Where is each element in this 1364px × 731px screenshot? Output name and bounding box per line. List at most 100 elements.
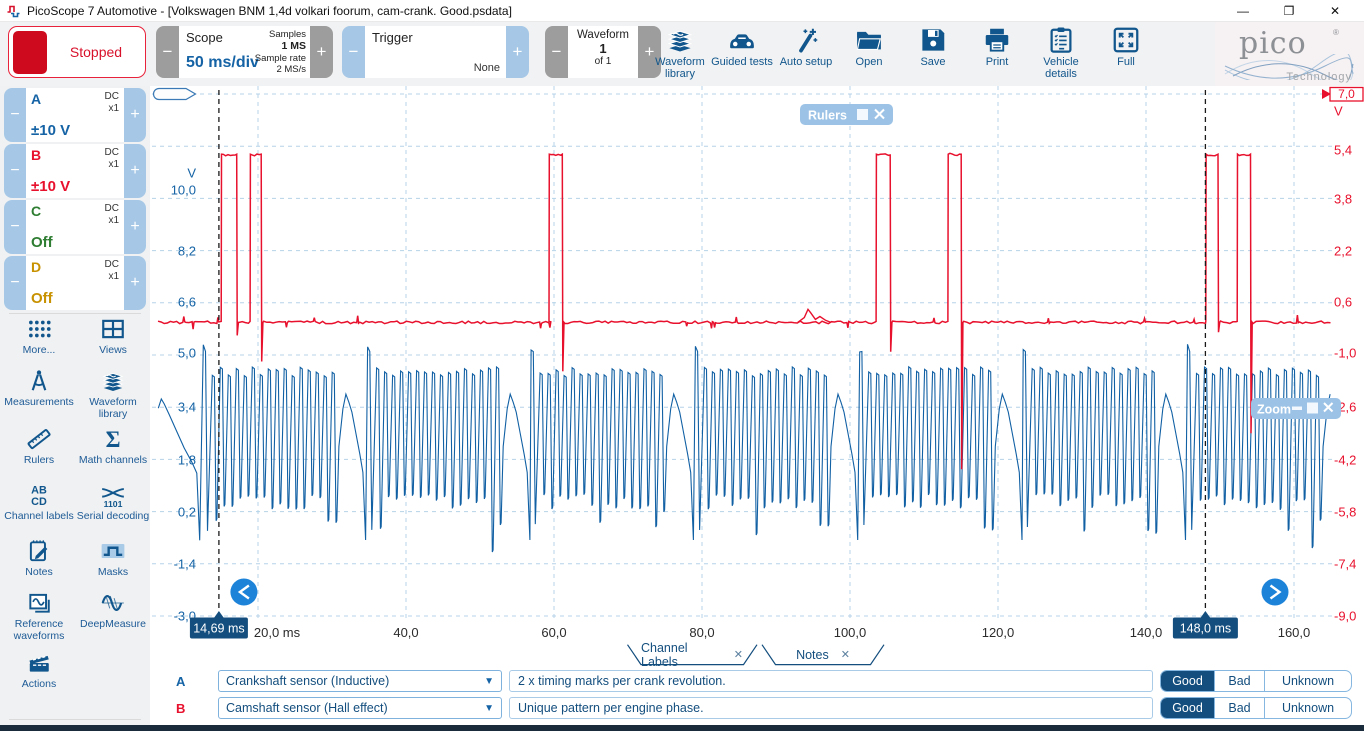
rulers-chip[interactable]: Rulers [800, 104, 893, 125]
zoom-chip[interactable]: Zoom [1251, 398, 1341, 419]
toolbar-button-guided-tests[interactable]: Guided tests [710, 25, 774, 85]
timebase-value[interactable]: 50 ms/div [186, 54, 259, 72]
toolbar-button-save[interactable]: Save [901, 25, 965, 85]
trigger-decrease-button[interactable]: − [342, 26, 365, 78]
main-toolbar: Stopped − Scope 50 ms/div Samples 1 MS S… [0, 22, 1364, 86]
title-bar: PicoScope 7 Automotive - [Volkswagen BNM… [0, 0, 1364, 22]
channel-b-decrease-button[interactable]: − [4, 144, 26, 198]
svg-text:5,4: 5,4 [1334, 143, 1352, 158]
svg-text:-5,8: -5,8 [1334, 505, 1356, 520]
svg-text:20,0 ms: 20,0 ms [254, 625, 301, 640]
row-a-sensor-select[interactable]: Crankshaft sensor (Inductive) ▼ [218, 670, 502, 692]
restore-button[interactable]: ❐ [1266, 4, 1312, 18]
svg-text:Rulers: Rulers [808, 109, 847, 123]
row-a-bad-button[interactable]: Bad [1214, 671, 1264, 691]
row-b-sensor-select[interactable]: Camshaft sensor (Hall effect) ▼ [218, 697, 502, 719]
sidebar-tool-measurements[interactable]: Measurements [2, 368, 76, 408]
sidebar-tool-serial-decoding[interactable]: 1101Serial decoding [76, 482, 150, 522]
sidebar-tool-reference-waveforms[interactable]: Reference waveforms [2, 590, 76, 642]
sidebar-tool-math-channels[interactable]: ΣMath channels [76, 426, 150, 466]
picoscope-window: PicoScope 7 Automotive - [Volkswagen BNM… [0, 0, 1364, 731]
sidebar-divider [9, 719, 141, 720]
stop-start-button[interactable]: Stopped [8, 26, 146, 78]
tab-outlines [150, 644, 1364, 666]
sidebar-tool-notes[interactable]: Notes [2, 538, 76, 578]
sidebar-tool-rulers[interactable]: Rulers [2, 426, 76, 466]
math-icon: Σ [100, 426, 126, 452]
sidebar-tool-masks[interactable]: Masks [76, 538, 150, 578]
channel-range: Off [31, 290, 53, 307]
save-icon [918, 25, 948, 55]
channel-c-increase-button[interactable]: + [124, 200, 146, 254]
row-b-channel-label: B [176, 701, 185, 716]
sidebar-tool-label: Waveform library [89, 396, 136, 420]
channel-d-increase-button[interactable]: + [124, 256, 146, 310]
scope-decrease-button[interactable]: − [156, 26, 179, 78]
sidebar-tool-waveform-library[interactable]: Waveform library [76, 368, 150, 420]
channel-c-card[interactable]: −CDCx1Off+ [4, 200, 146, 254]
row-b-verdict-group: Good Bad Unknown [1160, 697, 1352, 719]
plot-background [150, 86, 1364, 644]
toolbar-button-label: Auto setup [780, 56, 833, 68]
trigger-settings-panel: − Trigger None + [342, 26, 529, 78]
svg-text:8,2: 8,2 [178, 244, 196, 259]
channel-b-increase-button[interactable]: + [124, 144, 146, 198]
close-button[interactable]: ✕ [1312, 4, 1358, 18]
toolbar-button-label: Vehicle details [1043, 56, 1078, 80]
row-a-good-button[interactable]: Good [1161, 671, 1214, 691]
samples-value: 1 MS [255, 40, 306, 52]
channel-a-card[interactable]: −ADCx1±10 V+ [4, 88, 146, 142]
notes-icon [26, 538, 52, 564]
sidebar-tool-label: Reference waveforms [14, 618, 65, 642]
waveform-previous-button[interactable]: − [545, 26, 568, 78]
toolbar-button-print[interactable]: Print [965, 25, 1029, 85]
channel-c-decrease-button[interactable]: − [4, 200, 26, 254]
ruler-handle-right[interactable] [1262, 579, 1289, 606]
sidebar-tool-views[interactable]: Views [76, 316, 150, 356]
sidebar-tool-channel-labels[interactable]: ABCDChannel labels [2, 482, 76, 522]
row-a-note-input[interactable]: 2 x timing marks per crank revolution. [509, 670, 1153, 692]
toolbar-button-auto-setup[interactable]: Auto setup [774, 25, 838, 85]
sidebar-divider [9, 313, 141, 314]
svg-text:1,8: 1,8 [178, 453, 196, 468]
row-a-verdict-group: Good Bad Unknown [1160, 670, 1352, 692]
toolbar-button-full[interactable]: Full [1094, 25, 1158, 85]
channel-d-decrease-button[interactable]: − [4, 256, 26, 310]
channel-d-card[interactable]: −DDCx1Off+ [4, 256, 146, 310]
trigger-increase-button[interactable]: + [506, 26, 529, 78]
channel-id: D [31, 259, 41, 275]
reference-icon [26, 590, 52, 616]
row-b-bad-button[interactable]: Bad [1214, 698, 1264, 718]
channel-a-offset-marker[interactable] [154, 89, 196, 100]
channel-b-card[interactable]: −BDCx1±10 V+ [4, 144, 146, 198]
ruler-handle-left[interactable] [230, 579, 257, 606]
tab-channel-labels-close-icon[interactable]: ✕ [734, 648, 743, 661]
trigger-mode-value[interactable]: None [474, 62, 500, 74]
toolbar-button-vehicle-details[interactable]: Vehicle details [1029, 25, 1093, 85]
tab-notes-close-icon[interactable]: ✕ [841, 648, 850, 661]
trigger-title: Trigger [372, 30, 413, 45]
sidebar-tool-actions[interactable]: Actions [2, 650, 76, 690]
sidebar-tool-label: Notes [25, 566, 52, 578]
minimize-button[interactable]: — [1220, 4, 1266, 18]
sidebar-tool-deepmeasure[interactable]: DeepMeasure [76, 590, 150, 630]
row-b-good-button[interactable]: Good [1161, 698, 1214, 718]
sample-rate-label: Sample rate [255, 53, 306, 64]
zoom-chip-window-icon [1307, 403, 1318, 414]
row-b-unknown-button[interactable]: Unknown [1264, 698, 1351, 718]
technology-text: Technology [1286, 71, 1352, 83]
channel-range: ±10 V [31, 178, 70, 195]
toolbar-button-open[interactable]: Open [837, 25, 901, 85]
sidebar-tool-more-[interactable]: More... [2, 316, 76, 356]
toolbar-button-waveform-library[interactable]: Waveform library [648, 25, 712, 85]
open-icon [854, 25, 884, 55]
scope-increase-button[interactable]: + [310, 26, 333, 78]
row-a-unknown-button[interactable]: Unknown [1264, 671, 1351, 691]
row-b-note-input[interactable]: Unique pattern per engine phase. [509, 697, 1153, 719]
rulers-chip-window-icon [857, 109, 868, 120]
tab-channel-labels[interactable]: Channel Labels ✕ [641, 644, 743, 665]
tab-notes[interactable]: Notes ✕ [775, 644, 871, 665]
svg-text:3,4: 3,4 [178, 400, 196, 415]
channel-a-increase-button[interactable]: + [124, 88, 146, 142]
channel-a-decrease-button[interactable]: − [4, 88, 26, 142]
